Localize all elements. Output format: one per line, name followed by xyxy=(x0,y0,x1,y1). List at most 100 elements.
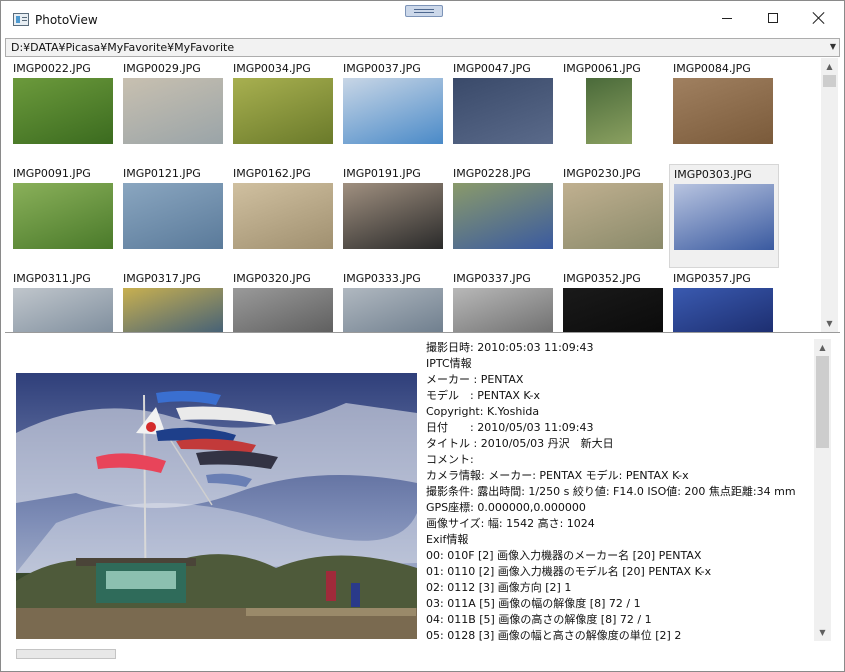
thumbnail-label: IMGP0061.JPG xyxy=(563,62,641,75)
scroll-up-icon[interactable]: ▲ xyxy=(821,58,838,75)
thumbnail-image xyxy=(586,78,632,144)
folder-path-combobox[interactable]: D:¥DATA¥Picasa¥MyFavorite¥MyFavorite ▼ xyxy=(5,38,840,57)
maximize-icon xyxy=(768,13,778,23)
thumbnail-label: IMGP0191.JPG xyxy=(343,167,421,180)
info-line: コメント: xyxy=(426,453,474,466)
thumbnail-item[interactable]: IMGP0230.JPG xyxy=(559,164,669,268)
info-line: 04: 011B [5] 画像の高さの解像度 [8] 72 / 1 xyxy=(426,613,652,626)
thumbnail-label: IMGP0162.JPG xyxy=(233,167,311,180)
thumbnail-label: IMGP0352.JPG xyxy=(563,272,641,285)
thumbnail-image xyxy=(674,184,774,250)
thumbnail-image xyxy=(673,78,773,144)
thumbnail-item[interactable]: IMGP0191.JPG xyxy=(339,164,449,268)
thumbnail-item[interactable]: IMGP0029.JPG xyxy=(119,59,229,163)
scrollbar-thumb[interactable] xyxy=(823,75,836,87)
thumbnail-item[interactable]: IMGP0022.JPG xyxy=(9,59,119,163)
info-line: 02: 0112 [3] 画像方向 [2] 1 xyxy=(426,581,572,594)
info-line: Copyright: K.Yoshida xyxy=(426,405,540,418)
preview-panel: 撮影日時: 2010:05:03 11:09:43 IPTC情報メーカー : PE… xyxy=(5,334,840,668)
thumbnail-label: IMGP0121.JPG xyxy=(123,167,201,180)
thumbnail-image xyxy=(233,288,333,332)
close-icon xyxy=(813,12,825,24)
scroll-down-icon[interactable]: ▼ xyxy=(821,315,838,332)
thumbnail-image xyxy=(343,183,443,249)
info-line: モデル : PENTAX K-x xyxy=(426,389,540,402)
thumbnail-grid: IMGP0022.JPG IMGP0029.JPG IMGP0034.JPG IMGP… xyxy=(5,58,840,333)
thumbnail-label: IMGP0303.JPG xyxy=(674,168,752,181)
thumbnail-image xyxy=(13,183,113,249)
info-line: 00: 010F [2] 画像入力機器のメーカー名 [20] PENTAX xyxy=(426,549,702,562)
thumbnail-label: IMGP0047.JPG xyxy=(453,62,531,75)
thumbnail-image xyxy=(453,288,553,332)
info-line: 撮影日時: 2010:05:03 11:09:43 xyxy=(426,341,594,354)
thumbnail-image xyxy=(13,78,113,144)
exif-info-text: 撮影日時: 2010:05:03 11:09:43 IPTC情報メーカー : PE… xyxy=(426,340,814,644)
thumbnail-image xyxy=(563,183,663,249)
thumbnail-image xyxy=(453,183,553,249)
thumbnail-scrollbar[interactable]: ▲ ▼ xyxy=(821,58,838,332)
thumbnail-label: IMGP0357.JPG xyxy=(673,272,751,285)
horizontal-scrollbar[interactable] xyxy=(16,649,116,659)
thumbnail-label: IMGP0311.JPG xyxy=(13,272,91,285)
thumbnail-image xyxy=(343,288,443,332)
thumbnail-image xyxy=(123,288,223,332)
info-line: IPTC情報 xyxy=(426,357,472,370)
maximize-button[interactable] xyxy=(750,1,796,35)
info-line: カメラ情報: メーカー: PENTAX モデル: PENTAX K-x xyxy=(426,469,689,482)
window-title: PhotoView xyxy=(35,13,98,27)
thumbnail-item[interactable]: IMGP0034.JPG xyxy=(229,59,339,163)
thumbnail-item[interactable]: IMGP0121.JPG xyxy=(119,164,229,268)
thumbnail-item[interactable]: IMGP0320.JPG xyxy=(229,269,339,332)
info-line: 03: 011A [5] 画像の幅の解像度 [8] 72 / 1 xyxy=(426,597,641,610)
thumbnail-label: IMGP0320.JPG xyxy=(233,272,311,285)
thumbnail-image xyxy=(673,288,773,332)
thumbnail-label: IMGP0022.JPG xyxy=(13,62,91,75)
thumbnail-label: IMGP0029.JPG xyxy=(123,62,201,75)
info-line: 日付 : 2010/05/03 11:09:43 xyxy=(426,421,594,434)
thumbnail-label: IMGP0084.JPG xyxy=(673,62,751,75)
thumbnail-label: IMGP0091.JPG xyxy=(13,167,91,180)
folder-path-value: D:¥DATA¥Picasa¥MyFavorite¥MyFavorite xyxy=(11,41,235,54)
thumbnail-item[interactable]: IMGP0047.JPG xyxy=(449,59,559,163)
thumbnail-item[interactable]: IMGP0317.JPG xyxy=(119,269,229,332)
drag-handle-icon[interactable] xyxy=(405,5,443,17)
minimize-button[interactable] xyxy=(704,1,750,35)
thumbnail-item[interactable]: IMGP0061.JPG xyxy=(559,59,669,163)
close-button[interactable] xyxy=(796,1,842,35)
thumbnail-item[interactable]: IMGP0303.JPG xyxy=(669,164,779,268)
thumbnail-image xyxy=(13,288,113,332)
thumbnail-item[interactable]: IMGP0228.JPG xyxy=(449,164,559,268)
thumbnail-item[interactable]: IMGP0037.JPG xyxy=(339,59,449,163)
thumbnail-image xyxy=(123,183,223,249)
info-line: 画像サイズ: 幅: 1542 高さ: 1024 xyxy=(426,517,595,530)
thumbnail-item[interactable]: IMGP0333.JPG xyxy=(339,269,449,332)
thumbnail-item[interactable]: IMGP0357.JPG xyxy=(669,269,779,332)
chevron-down-icon[interactable]: ▼ xyxy=(830,42,836,51)
app-icon xyxy=(13,13,29,26)
info-line: 撮影条件: 露出時間: 1/250 s 絞り値: F14.0 ISO値: 200… xyxy=(426,485,796,498)
thumbnail-label: IMGP0333.JPG xyxy=(343,272,421,285)
thumbnail-item[interactable]: IMGP0084.JPG xyxy=(669,59,779,163)
thumbnail-item[interactable]: IMGP0091.JPG xyxy=(9,164,119,268)
thumbnail-label: IMGP0037.JPG xyxy=(343,62,421,75)
thumbnail-item[interactable]: IMGP0311.JPG xyxy=(9,269,119,332)
thumbnail-label: IMGP0230.JPG xyxy=(563,167,641,180)
thumbnail-image xyxy=(563,288,663,332)
thumbnail-image xyxy=(123,78,223,144)
thumbnail-item[interactable]: IMGP0162.JPG xyxy=(229,164,339,268)
info-line: 01: 0110 [2] 画像入力機器のモデル名 [20] PENTAX K-x xyxy=(426,565,712,578)
scroll-up-icon[interactable]: ▲ xyxy=(814,339,831,356)
info-line: メーカー : PENTAX xyxy=(426,373,524,386)
scrollbar-thumb[interactable] xyxy=(816,356,829,448)
info-scrollbar[interactable]: ▲ ▼ xyxy=(814,339,831,641)
minimize-icon xyxy=(722,17,732,19)
photoview-window: PhotoView D:¥DATA¥Picasa¥MyFavorite¥MyFa… xyxy=(0,0,845,672)
info-line: Exif情報 xyxy=(426,533,469,546)
thumbnail-item[interactable]: IMGP0337.JPG xyxy=(449,269,559,332)
info-line: GPS座標: 0.000000,0.000000 xyxy=(426,501,586,514)
thumbnail-item[interactable]: IMGP0352.JPG xyxy=(559,269,669,332)
scroll-down-icon[interactable]: ▼ xyxy=(814,624,831,641)
thumbnail-image xyxy=(233,183,333,249)
photo-preview xyxy=(16,373,417,639)
thumbnail-image xyxy=(343,78,443,144)
